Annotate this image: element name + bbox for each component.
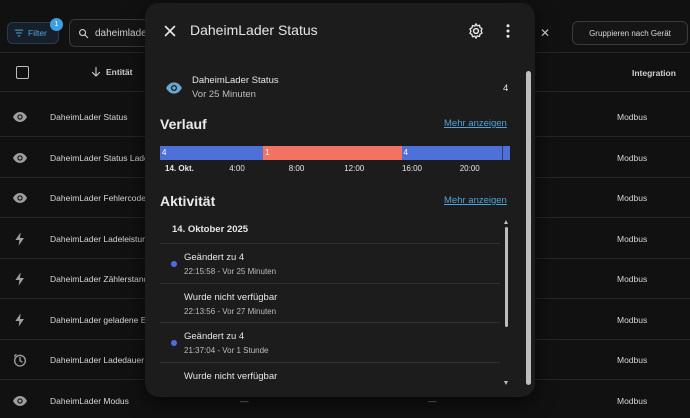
search-value: daheimlade bbox=[95, 27, 147, 39]
timeline-now-marker bbox=[502, 146, 503, 160]
history-timeline[interactable]: 414 bbox=[160, 146, 510, 160]
entity-name: DaheimLader geladene E bbox=[50, 314, 147, 325]
timeline-tick-label: 4:00 bbox=[229, 164, 245, 173]
timeline-tick-label: 14. Okt. bbox=[165, 164, 194, 173]
entity-name: DaheimLader Status bbox=[50, 112, 128, 122]
scroll-down-arrow-icon[interactable] bbox=[504, 381, 508, 385]
activity-item[interactable]: Wurde nicht verfügbar 22:13:56 - Vor 27 M… bbox=[160, 284, 500, 324]
entity-integration: Modbus bbox=[617, 355, 648, 365]
timeline-segment[interactable]: 1 bbox=[263, 146, 402, 160]
flash-icon bbox=[12, 312, 28, 328]
close-icon[interactable] bbox=[161, 22, 179, 40]
entity-integration: Modbus bbox=[617, 314, 648, 325]
scroll-up-arrow-icon[interactable] bbox=[504, 220, 508, 224]
history-timeline-axis: 14. Okt. 4:00 8:00 12:00 16:00 20:00 bbox=[160, 164, 510, 176]
flash-icon bbox=[12, 231, 28, 247]
eye-icon bbox=[12, 393, 28, 409]
timeline-segment[interactable]: 4 bbox=[401, 146, 510, 160]
entity-integration: Modbus bbox=[617, 274, 648, 284]
activity-item-title: Geändert zu 4 bbox=[184, 252, 245, 263]
more-info-dialog: DaheimLader Status DaheimLader Status Vo… bbox=[145, 3, 535, 397]
entity-integration: Modbus bbox=[617, 395, 648, 406]
timeline-tick-label: 16:00 bbox=[401, 164, 423, 173]
dialog-scrollbar-thumb[interactable] bbox=[526, 71, 531, 385]
activity-item-time: 22:13:56 - Vor 27 Minuten bbox=[184, 306, 277, 316]
state-value: 4 bbox=[503, 83, 509, 94]
filter-label: Filter bbox=[28, 28, 47, 38]
select-all-checkbox[interactable] bbox=[16, 66, 29, 79]
entity-name: DaheimLader Zählerstand bbox=[50, 274, 149, 284]
entity-integration: Modbus bbox=[617, 152, 648, 163]
gear-icon[interactable] bbox=[467, 22, 485, 40]
activity-date-heading: 14. Oktober 2025 bbox=[172, 224, 249, 235]
entity-state-row: DaheimLader Status Vor 25 Minuten 4 bbox=[145, 63, 525, 113]
activity-item[interactable]: Geändert zu 4 21:37:04 - Vor 1 Stunde bbox=[160, 323, 500, 363]
activity-item-title: Geändert zu 4 bbox=[184, 331, 245, 342]
activity-scrollbar-thumb[interactable] bbox=[505, 227, 508, 327]
column-header-integration[interactable]: Integration bbox=[632, 68, 676, 78]
eye-icon bbox=[12, 190, 28, 206]
timeline-tick-label: 8:00 bbox=[288, 164, 305, 173]
history-more-link[interactable]: Mehr anzeigen bbox=[444, 118, 507, 129]
flash-icon bbox=[12, 271, 28, 287]
history-title: Verlauf bbox=[160, 116, 207, 132]
entity-name: DaheimLader Modus bbox=[50, 395, 129, 406]
activity-item-time: 22:15:58 - Vor 25 Minuten bbox=[184, 267, 277, 276]
eye-icon bbox=[12, 150, 28, 166]
activity-title: Aktivität bbox=[160, 193, 216, 209]
state-last-changed: Vor 25 Minuten bbox=[192, 89, 256, 100]
timeline-segment[interactable]: 4 bbox=[160, 146, 264, 160]
activity-more-link[interactable]: Mehr anzeigen bbox=[444, 195, 507, 206]
activity-item-title: Wurde nicht verfügbar bbox=[184, 291, 278, 303]
activity-item[interactable]: Geändert zu 4 22:15:58 - Vor 25 Minuten bbox=[160, 244, 500, 284]
activity-scrollbar[interactable] bbox=[504, 220, 509, 391]
activity-item[interactable]: Wurde nicht verfügbar bbox=[160, 363, 500, 398]
clear-search-icon[interactable]: ✕ bbox=[538, 26, 552, 40]
column-header-entity[interactable]: Entität bbox=[90, 66, 132, 78]
app-root: Filter 1 daheimlade ✕ Gruppieren nach Ge… bbox=[0, 0, 690, 418]
group-by-button[interactable]: Gruppieren nach Gerät bbox=[572, 21, 688, 45]
search-icon bbox=[79, 28, 89, 38]
dialog-title: DaheimLader Status bbox=[190, 22, 318, 38]
activity-dot-icon bbox=[171, 340, 177, 346]
filter-icon bbox=[14, 29, 24, 37]
entity-name: DaheimLader Ladeleistun bbox=[50, 233, 147, 244]
entity-integration: Modbus bbox=[617, 112, 648, 122]
entity-cell: — bbox=[240, 395, 249, 406]
eye-icon bbox=[12, 109, 28, 125]
activity-item-title: Wurde nicht verfügbar bbox=[184, 370, 278, 382]
state-entity-name: DaheimLader Status bbox=[192, 75, 279, 86]
filter-count-badge: 1 bbox=[50, 18, 63, 31]
entity-cell: — bbox=[428, 395, 437, 406]
entity-integration: Modbus bbox=[617, 233, 648, 244]
entity-integration: Modbus bbox=[617, 193, 648, 203]
entity-name: DaheimLader Status Lade bbox=[50, 152, 149, 163]
activity-item-time: 21:37:04 - Vor 1 Stunde bbox=[184, 346, 269, 355]
column-header-entity-label: Entität bbox=[106, 67, 133, 77]
entity-name: DaheimLader Ladedauer bbox=[50, 355, 145, 365]
eye-icon bbox=[166, 82, 182, 94]
timeline-tick-label: 12:00 bbox=[344, 164, 365, 173]
dialog-header: DaheimLader Status bbox=[145, 3, 535, 59]
arrow-down-icon bbox=[91, 66, 101, 77]
more-vertical-icon[interactable] bbox=[499, 22, 517, 40]
timer-icon bbox=[12, 352, 28, 368]
timeline-tick-label: 20:00 bbox=[459, 164, 480, 173]
dialog-scrollbar[interactable] bbox=[526, 67, 531, 389]
entity-name: DaheimLader Fehlercode bbox=[50, 193, 146, 203]
activity-dot-icon bbox=[171, 261, 177, 267]
